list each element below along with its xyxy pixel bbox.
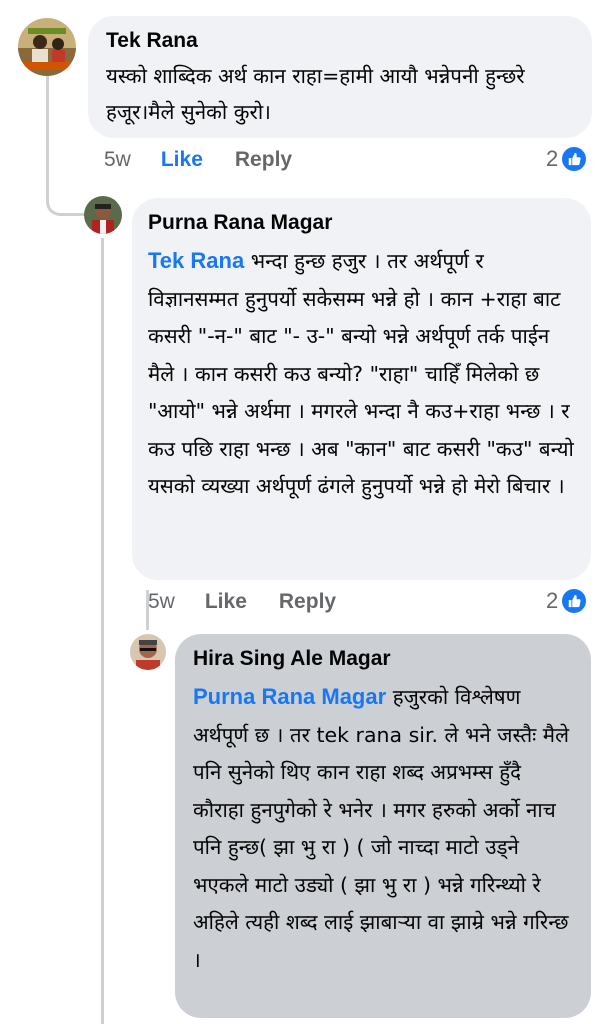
reaction-count: 2 — [546, 146, 559, 171]
like-icon — [562, 147, 587, 171]
comment-body: हजुरको विश्लेषण अर्थपूर्ण छ । तर tek ran… — [193, 685, 569, 972]
comment-bubble-purna-rana-magar: Purna Rana Magar Tek Rana भन्दा हुन्छ हज… — [132, 198, 591, 580]
avatar-tek-rana[interactable] — [18, 18, 76, 76]
thread-line-curve — [46, 200, 86, 216]
comment-body: भन्दा हुन्छ हजुर । तर अर्थपूर्ण र विज्ञा… — [148, 249, 574, 498]
reaction-summary[interactable]: 2 — [546, 146, 587, 172]
reaction-summary[interactable]: 2 — [546, 588, 587, 614]
comment-text: Tek Rana भन्दा हुन्छ हजुर । तर अर्थपूर्ण… — [148, 242, 575, 506]
thread-line-main — [46, 76, 49, 203]
comment-bubble-hira-sing-ale-magar: Hira Sing Ale Magar Purna Rana Magar हजु… — [175, 634, 591, 1018]
like-button[interactable]: Like — [161, 148, 203, 172]
comment-author[interactable]: Purna Rana Magar — [148, 210, 575, 236]
comment-timestamp[interactable]: 5w — [148, 590, 175, 614]
like-button[interactable]: Like — [205, 590, 247, 614]
avatar-purna-rana-magar[interactable] — [84, 196, 122, 234]
mention-link[interactable]: Purna Rana Magar — [193, 684, 386, 709]
comment-bubble-tek-rana: Tek Rana यस्को शाब्दिक अर्थ कान राहा=हाम… — [88, 16, 592, 138]
like-icon — [562, 589, 587, 613]
avatar-hira-sing-ale-magar[interactable] — [130, 634, 166, 670]
comment-actions: 5w Like Reply — [104, 148, 292, 172]
comment-author[interactable]: Tek Rana — [106, 28, 574, 54]
comment-text: यस्को शाब्दिक अर्थ कान राहा=हामी आयौ भन्… — [106, 64, 525, 124]
reply-button[interactable]: Reply — [235, 148, 292, 172]
reaction-count: 2 — [546, 588, 559, 613]
comment-author[interactable]: Hira Sing Ale Magar — [193, 646, 575, 672]
mention-link[interactable]: Tek Rana — [148, 248, 244, 273]
thread-line-reply — [101, 238, 104, 1024]
comment-text: Purna Rana Magar हजुरको विश्लेषण अर्थपूर… — [193, 678, 575, 979]
comment-timestamp[interactable]: 5w — [104, 148, 131, 172]
reply-button[interactable]: Reply — [279, 590, 336, 614]
comment-actions: 5w Like Reply — [148, 590, 336, 614]
